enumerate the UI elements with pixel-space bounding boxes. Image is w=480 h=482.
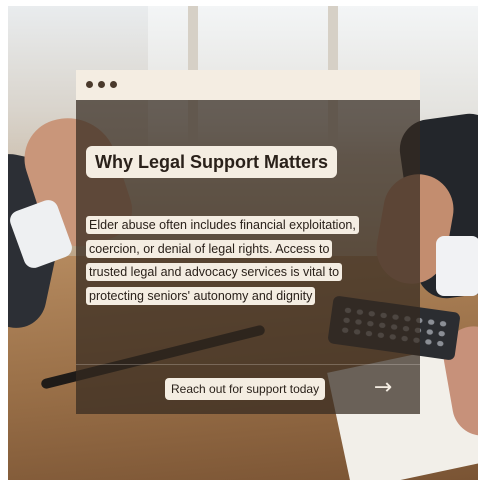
body-line: protecting seniors' autonomy and dignity <box>86 286 316 305</box>
body-line: Elder abuse often includes financial exp… <box>86 216 359 234</box>
support-cta-button[interactable]: Reach out for support today <box>165 378 326 400</box>
card-divider <box>76 364 420 365</box>
info-card: Why Legal Support Matters Elder abuse of… <box>76 70 420 414</box>
card-heading: Why Legal Support Matters <box>86 146 338 178</box>
three-dots-icon <box>86 81 93 88</box>
three-dots-icon <box>110 81 117 88</box>
window-title-bar <box>76 70 420 100</box>
arrow-right-icon[interactable]: → <box>368 374 398 402</box>
three-dots-icon <box>98 81 105 88</box>
card-body: Elder abuse often includes financial exp… <box>86 214 422 308</box>
body-line: coercion, or denial of legal rights. Acc… <box>86 239 333 258</box>
shirt-cuff-right <box>436 236 478 296</box>
body-line: trusted legal and advocacy services is v… <box>86 263 343 281</box>
